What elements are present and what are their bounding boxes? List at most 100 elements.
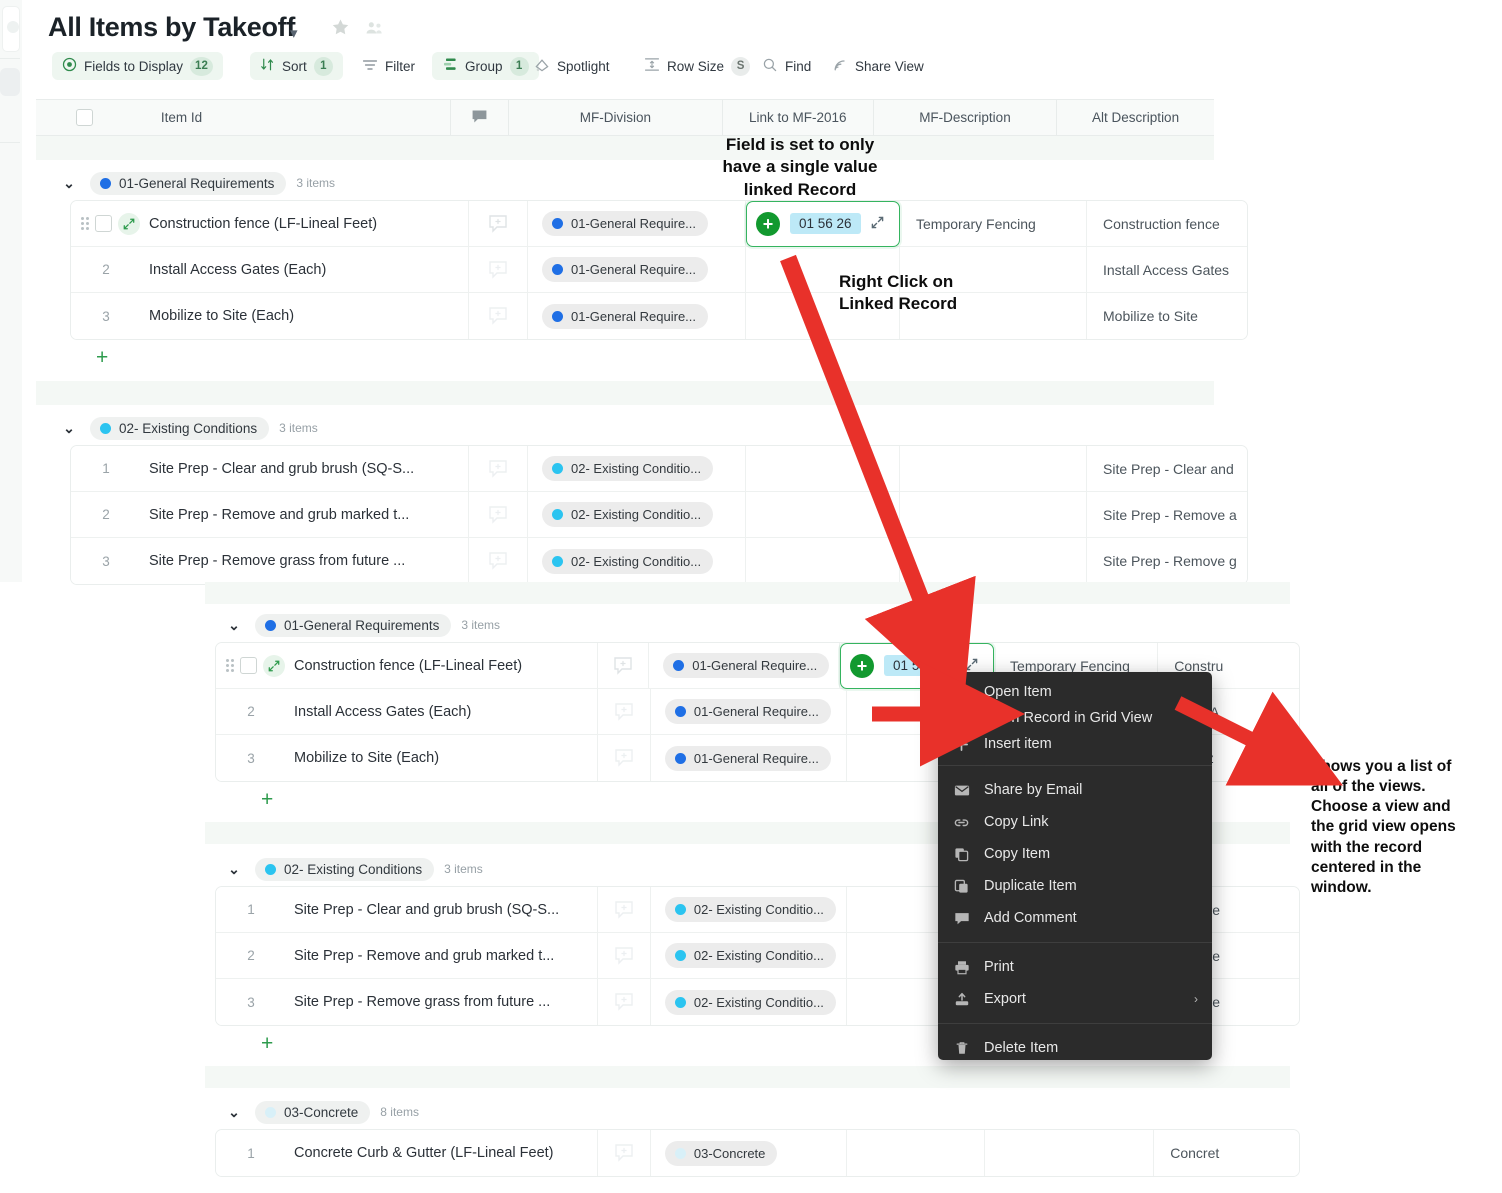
mf-description-cell[interactable]: [985, 1130, 1155, 1176]
alt-description-cell[interactable]: Site Prep - Remove g: [1087, 538, 1247, 584]
alt-description-cell[interactable]: Site Prep - Clear and: [1087, 446, 1247, 492]
table-row[interactable]: 2 Install Access Gates (Each) 01-General…: [71, 246, 1247, 293]
comment-cell[interactable]: [469, 491, 528, 538]
context-menu-item-open-record-in-grid-view[interactable]: Open Record in Grid View: [938, 705, 1212, 731]
item-id-cell[interactable]: Site Prep - Remove and grub marked t...: [141, 491, 469, 538]
row-size-button[interactable]: Row Size S: [634, 52, 760, 80]
mf-division-cell[interactable]: 01-General Require...: [528, 293, 746, 339]
linked-record-chip[interactable]: 02- Existing Conditio...: [542, 502, 714, 527]
mf-division-cell[interactable]: 02- Existing Conditio...: [651, 979, 848, 1025]
item-id-cell[interactable]: Mobilize to Site (Each): [286, 735, 598, 781]
linked-record-chip[interactable]: 01-General Require...: [542, 303, 709, 329]
filter-button[interactable]: Filter: [352, 52, 425, 80]
mf-division-cell[interactable]: 01-General Require...: [651, 688, 848, 735]
add-comment-icon[interactable]: [486, 258, 510, 282]
comment-cell[interactable]: [598, 1130, 651, 1176]
add-comment-icon[interactable]: [612, 990, 636, 1014]
comment-cell[interactable]: [469, 446, 528, 492]
context-menu-item-duplicate-item[interactable]: Duplicate Item: [938, 870, 1212, 902]
linked-record-chip[interactable]: 01-General Require...: [542, 257, 709, 282]
chevron-down-icon[interactable]: ⌄: [58, 175, 80, 192]
mf-division-cell[interactable]: 02- Existing Conditio...: [651, 932, 848, 979]
context-menu-item-copy-item[interactable]: Copy Item: [938, 838, 1212, 870]
table-row[interactable]: 3 Mobilize to Site (Each) 01-General Req…: [71, 293, 1247, 339]
mf-division-cell[interactable]: 02- Existing Conditio...: [651, 887, 848, 933]
mf-description-cell[interactable]: [900, 538, 1087, 584]
alt-description-cell[interactable]: Mobilize to Site: [1087, 293, 1247, 339]
add-comment-icon[interactable]: [612, 1141, 636, 1165]
mf-division-cell[interactable]: 02- Existing Conditio...: [528, 446, 746, 492]
linked-record-chip[interactable]: 01-General Require...: [663, 653, 830, 678]
context-menu-item-add-comment[interactable]: Add Comment: [938, 902, 1212, 934]
link-to-mf-2016-cell[interactable]: + 01 56 26: [746, 201, 900, 247]
item-id-cell[interactable]: Install Access Gates (Each): [141, 246, 469, 293]
drag-handle-icon[interactable]: [226, 658, 234, 673]
add-link-icon[interactable]: +: [850, 653, 875, 678]
linked-record-chip[interactable]: 01-General Require...: [664, 699, 831, 724]
add-comment-icon[interactable]: [486, 503, 510, 527]
find-button[interactable]: Find: [752, 52, 821, 80]
link-to-mf-2016-cell[interactable]: [746, 446, 900, 492]
table-row[interactable]: Construction fence (LF-Lineal Feet) 01-G…: [71, 201, 1247, 247]
table-row[interactable]: 3 Site Prep - Remove grass from future .…: [71, 538, 1247, 584]
group-header[interactable]: ⌄ 02- Existing Conditions 3 items: [58, 411, 1236, 445]
linked-record-chip[interactable]: 02- Existing Conditio...: [664, 897, 836, 922]
item-id-cell[interactable]: Construction fence (LF-Lineal Feet): [286, 643, 598, 689]
mf-description-cell[interactable]: Temporary Fencing: [900, 201, 1087, 247]
linked-record-chip[interactable]: 01-General Require...: [664, 745, 831, 771]
comment-cell[interactable]: [598, 688, 651, 735]
mf-division-cell[interactable]: 02- Existing Conditio...: [528, 491, 746, 538]
mf-description-cell[interactable]: [900, 446, 1087, 492]
mf-description-cell[interactable]: [900, 491, 1087, 538]
column-header-mf-description[interactable]: MF-Description: [874, 99, 1058, 136]
add-comment-icon[interactable]: [611, 654, 635, 678]
item-id-cell[interactable]: Install Access Gates (Each): [286, 688, 598, 735]
item-id-cell[interactable]: Site Prep - Clear and grub brush (SQ-S..…: [141, 446, 469, 492]
mf-division-cell[interactable]: 03-Concrete: [651, 1130, 848, 1176]
context-menu-item-insert-item[interactable]: Insert item: [938, 731, 1212, 757]
item-id-cell[interactable]: Site Prep - Remove grass from future ...: [286, 979, 598, 1025]
context-menu[interactable]: Open Item Open Record in Grid View Inser…: [938, 672, 1212, 1060]
comment-cell[interactable]: [598, 735, 651, 781]
table-row[interactable]: 1 Concrete Curb & Gutter (LF-Lineal Feet…: [216, 1130, 1299, 1176]
add-comment-icon[interactable]: [612, 746, 636, 770]
comment-cell[interactable]: [469, 293, 528, 339]
comment-cell[interactable]: [598, 643, 650, 689]
item-id-cell[interactable]: Mobilize to Site (Each): [141, 293, 469, 339]
group-header[interactable]: ⌄ 01-General Requirements 3 items: [223, 608, 1290, 642]
star-icon[interactable]: [330, 17, 351, 43]
sort-button[interactable]: Sort 1: [250, 52, 343, 80]
context-menu-item-share-by-email[interactable]: Share by Email: [938, 774, 1212, 806]
people-icon[interactable]: [365, 20, 384, 41]
linked-record-editor[interactable]: + 01 56 26: [746, 201, 900, 247]
comment-cell[interactable]: [469, 201, 528, 247]
column-header-item-id[interactable]: Item Id: [105, 99, 452, 136]
context-menu-item-delete-item[interactable]: Delete Item: [938, 1032, 1212, 1064]
table-row[interactable]: 2 Site Prep - Remove and grub marked t..…: [71, 491, 1247, 538]
linked-record-chip[interactable]: 02- Existing Conditio...: [664, 943, 836, 968]
linked-record-chip[interactable]: 02- Existing Conditio...: [664, 989, 836, 1015]
fields-to-display-button[interactable]: Fields to Display 12: [52, 52, 223, 80]
link-to-mf-2016-cell[interactable]: [847, 1130, 986, 1176]
select-all-cell[interactable]: [36, 99, 105, 136]
mf-division-cell[interactable]: 01-General Require...: [528, 246, 746, 293]
row-handle-cell[interactable]: [216, 643, 286, 689]
add-comment-icon[interactable]: [486, 549, 510, 573]
alt-description-cell[interactable]: Construction fence: [1087, 201, 1247, 247]
linked-record-chip[interactable]: 02- Existing Conditio...: [542, 548, 714, 574]
linked-record-chip[interactable]: 02- Existing Conditio...: [542, 456, 714, 481]
comment-cell[interactable]: [598, 932, 651, 979]
table-row[interactable]: 1 Site Prep - Clear and grub brush (SQ-S…: [71, 446, 1247, 492]
item-id-cell[interactable]: Site Prep - Remove and grub marked t...: [286, 932, 598, 979]
linked-record-chip[interactable]: 01-General Require...: [542, 211, 709, 236]
add-comment-icon[interactable]: [612, 898, 636, 922]
context-menu-item-print[interactable]: Print: [938, 951, 1212, 983]
add-comment-icon[interactable]: [612, 700, 636, 724]
chevron-down-icon[interactable]: ▾: [290, 24, 298, 42]
chevron-down-icon[interactable]: ⌄: [58, 420, 80, 437]
group-header[interactable]: ⌄ 01-General Requirements 3 items: [58, 166, 1236, 200]
linked-record-chip[interactable]: 03-Concrete: [664, 1140, 778, 1166]
expand-record-icon[interactable]: [118, 212, 140, 235]
expand-record-icon[interactable]: [263, 654, 285, 677]
add-comment-icon[interactable]: [612, 944, 636, 968]
